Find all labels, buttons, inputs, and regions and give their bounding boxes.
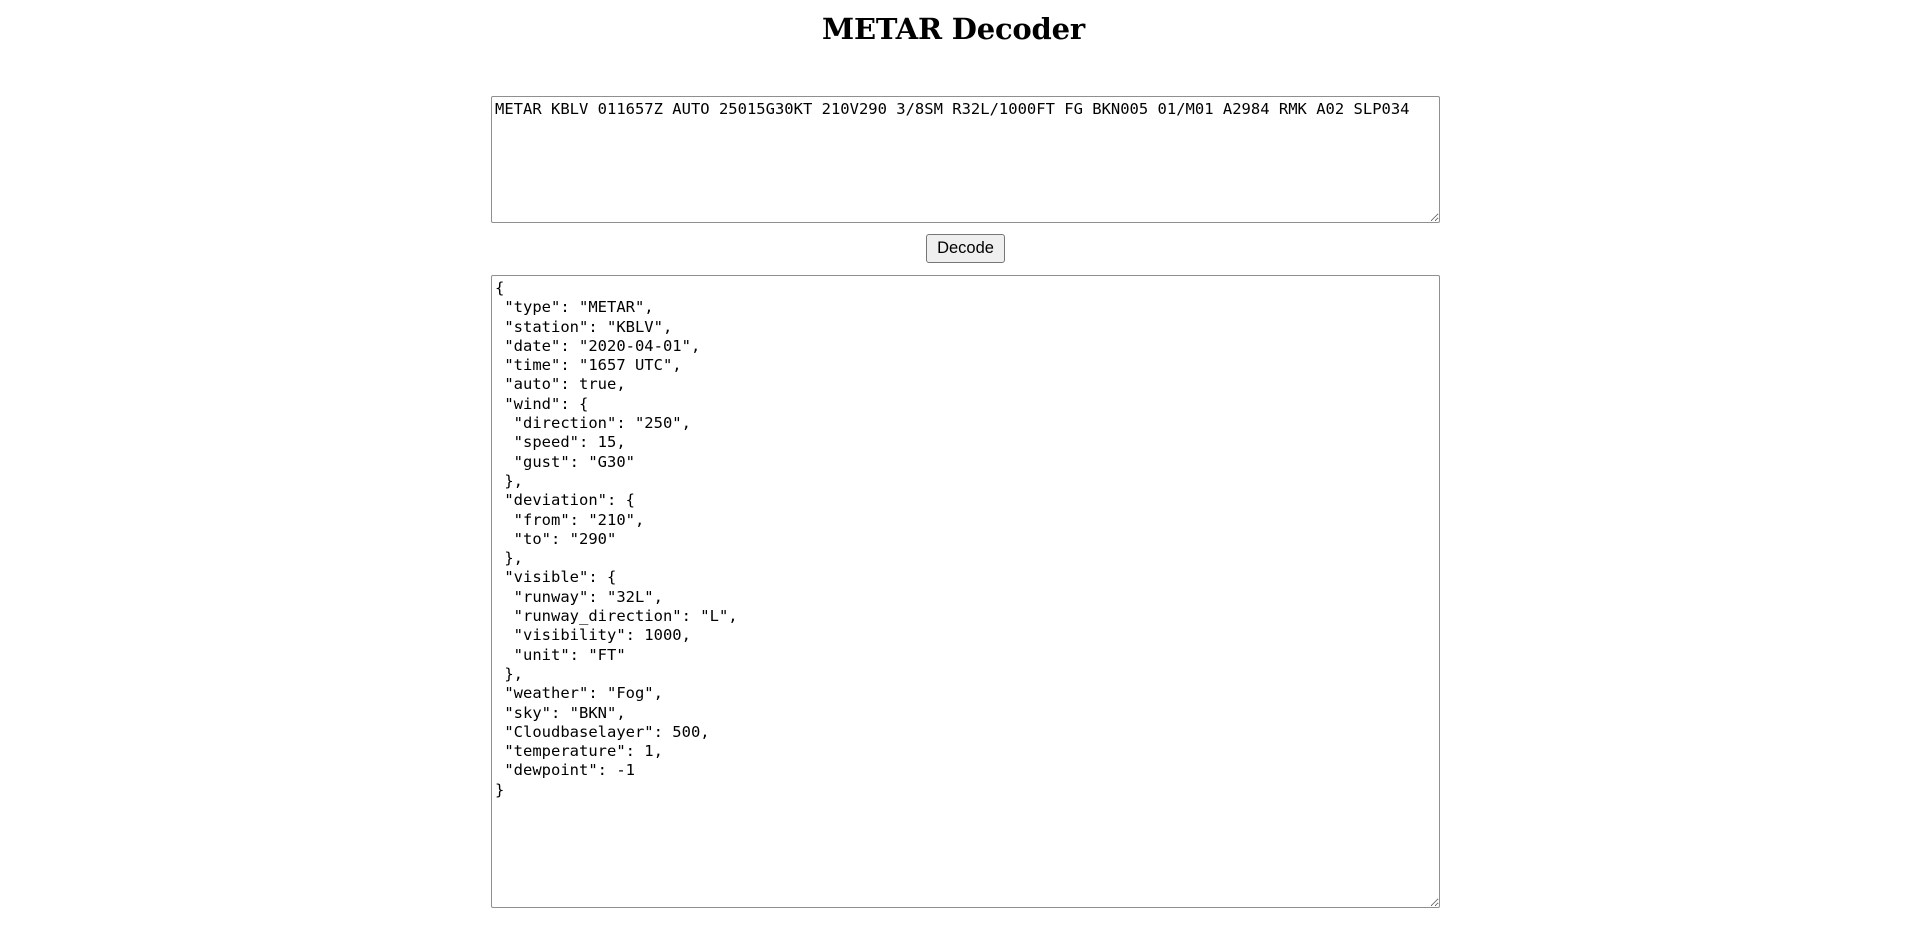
decoded-output[interactable]: { "type": "METAR", "station": "KBLV", "d… [491, 275, 1440, 908]
decode-button[interactable]: Decode [926, 234, 1005, 263]
metar-input[interactable]: METAR KBLV 011657Z AUTO 25015G30KT 210V2… [491, 96, 1440, 223]
page: METAR Decoder METAR KBLV 011657Z AUTO 25… [0, 0, 1907, 927]
page-title: METAR Decoder [822, 12, 1085, 46]
